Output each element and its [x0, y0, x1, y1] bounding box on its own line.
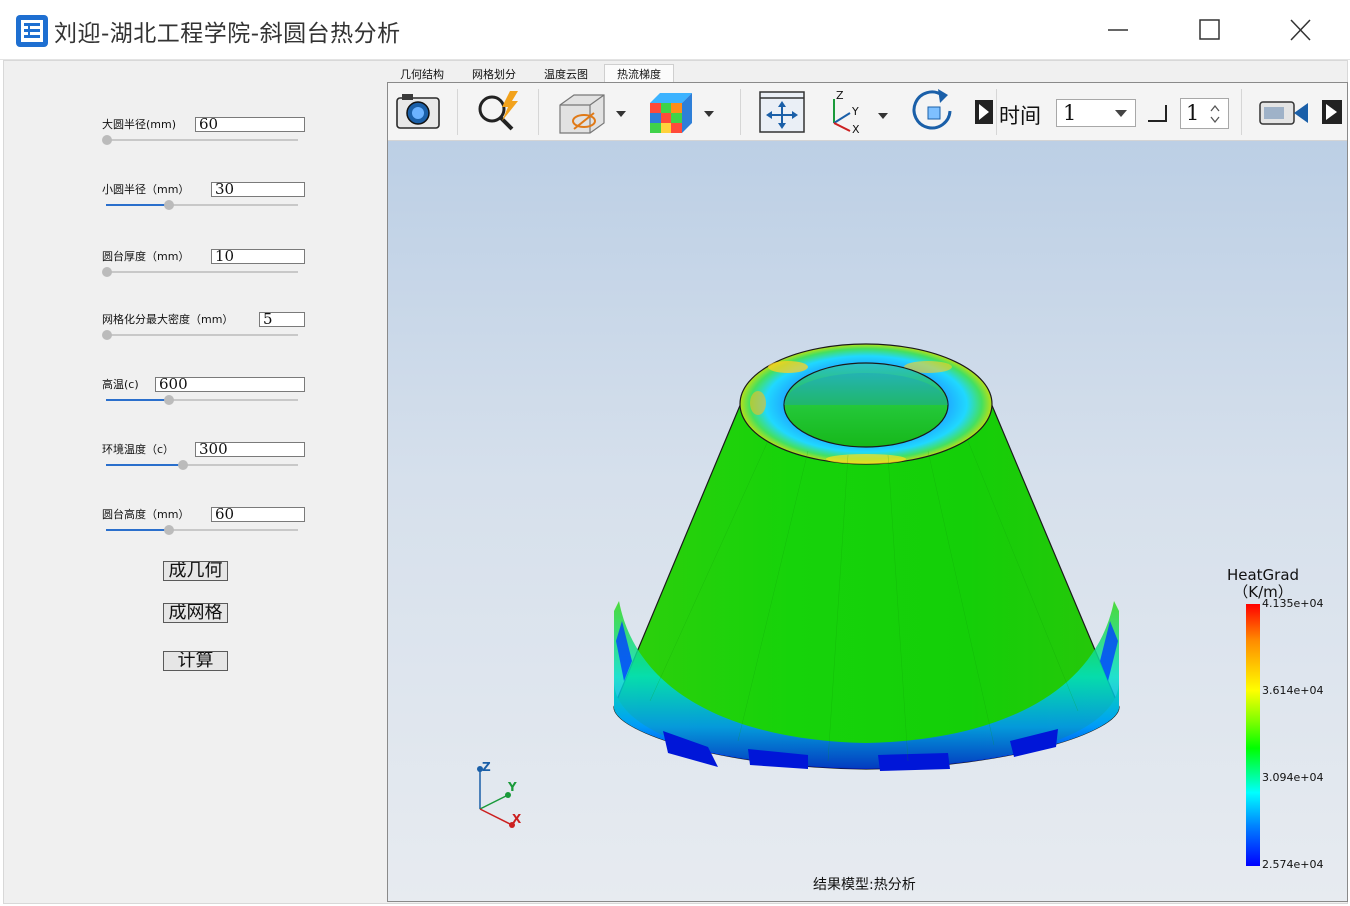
param-row-height: 圆台高度（mm） 60 [100, 507, 305, 557]
axes-view-icon[interactable]: Z Y X [820, 87, 896, 137]
compute-button[interactable]: 计算 [163, 651, 228, 671]
param-label: 圆台厚度（mm） [102, 250, 190, 263]
camera-icon[interactable] [394, 87, 442, 137]
slider-thumb[interactable] [164, 200, 174, 210]
generate-mesh-button[interactable]: 成网格 [163, 603, 228, 623]
legend-title: HeatGrad （K/m） [1212, 567, 1314, 601]
close-button[interactable] [1280, 12, 1320, 48]
record-icon[interactable] [1256, 87, 1314, 137]
slider-fill [106, 204, 169, 206]
step-value: 1 [1186, 101, 1200, 125]
param-row-thickness: 圆台厚度（mm） 10 [100, 249, 305, 299]
legend-color-bar [1246, 604, 1260, 866]
result-caption: 结果模型:热分析 [813, 877, 916, 893]
height-input[interactable]: 60 [211, 507, 305, 522]
param-row-large-radius: 大圆半径(mm) 60 [100, 117, 305, 167]
3d-viewport[interactable]: Z Y X HeatGrad （K/m） 4.135e+04 3.614e+04… [388, 141, 1347, 901]
title-bar: 刘迎-湖北工程学院-斜圆台热分析 [0, 0, 1350, 60]
rotate-icon[interactable] [908, 87, 958, 137]
slider-thumb[interactable] [164, 395, 174, 405]
time-label: 时间 [999, 104, 1041, 128]
axis-triad: Z Y X [477, 760, 522, 828]
high-temp-slider[interactable] [106, 395, 298, 405]
ambient-temp-input[interactable]: 300 [195, 442, 305, 457]
param-row-high-temp: 高温(c) 600 [100, 377, 305, 427]
mesh-density-input[interactable]: 5 [259, 312, 305, 327]
result-viewer: Z Y X 时间 1 1 Z Y X HeatGrad （K/m） 4.135e… [387, 82, 1348, 902]
viewer-toolbar: Z Y X 时间 1 1 [388, 83, 1347, 141]
height-slider[interactable] [106, 525, 298, 535]
slider-thumb[interactable] [102, 135, 112, 145]
legend-tick-max: 4.135e+04 [1262, 597, 1324, 610]
large-radius-slider[interactable] [102, 135, 298, 145]
chevron-down-icon [1115, 110, 1127, 117]
axis-x-label: X [512, 812, 522, 826]
param-row-ambient-temp: 环境温度（c） 300 [100, 442, 305, 492]
slider-thumb[interactable] [102, 267, 112, 277]
slider-thumb[interactable] [102, 330, 112, 340]
toolbar-separator [457, 89, 458, 135]
svg-text:X: X [852, 123, 860, 136]
param-label: 网格化分最大密度（mm） [102, 313, 234, 326]
legend-tick-min: 2.574e+04 [1262, 858, 1324, 871]
axis-y-label: Y [507, 780, 517, 794]
toolbar-separator [996, 89, 997, 135]
slider-thumb[interactable] [164, 525, 174, 535]
toolbar-overflow-icon[interactable] [1320, 87, 1344, 137]
minimize-button[interactable] [1098, 12, 1138, 48]
slider-fill [106, 529, 169, 531]
app-logo-icon [16, 15, 48, 47]
display-mode-icon[interactable] [556, 87, 632, 137]
param-label: 大圆半径(mm) [102, 118, 177, 131]
legend-name: HeatGrad [1226, 566, 1300, 584]
fit-view-icon[interactable] [756, 87, 808, 137]
thickness-slider[interactable] [102, 267, 298, 277]
window-title: 刘迎-湖北工程学院-斜圆台热分析 [54, 21, 401, 47]
small-radius-input[interactable]: 30 [211, 182, 305, 197]
small-radius-slider[interactable] [106, 200, 298, 210]
axis-z-label: Z [482, 760, 491, 774]
param-label: 小圆半径（mm） [102, 183, 190, 196]
svg-text:Y: Y [851, 105, 859, 118]
slider-fill [106, 399, 169, 401]
param-label: 环境温度（c） [102, 443, 175, 456]
legend-tick-2: 3.614e+04 [1262, 684, 1324, 697]
legend-tick-3: 3.094e+04 [1262, 771, 1324, 784]
toolbar-overflow-icon[interactable] [973, 87, 995, 137]
maximize-button[interactable] [1189, 12, 1229, 48]
toolbar-separator [740, 89, 741, 135]
zoom-magic-icon[interactable] [472, 87, 526, 137]
large-radius-input[interactable]: 60 [195, 117, 305, 132]
param-row-mesh-density: 网格化分最大密度（mm） 5 [100, 312, 305, 362]
slider-fill [106, 464, 183, 466]
generate-geometry-button[interactable]: 成几何 [163, 561, 228, 581]
spin-arrows-icon[interactable] [1210, 104, 1220, 124]
ambient-temp-slider[interactable] [106, 460, 298, 470]
step-corner-icon [1146, 101, 1170, 129]
heat-gradient-model: Z Y X [477, 343, 1120, 828]
time-value: 1 [1063, 101, 1077, 125]
slider-thumb[interactable] [178, 460, 188, 470]
color-cube-icon[interactable] [646, 87, 722, 137]
time-select[interactable]: 1 [1056, 99, 1136, 127]
toolbar-separator [538, 89, 539, 135]
param-row-small-radius: 小圆半径（mm） 30 [100, 182, 305, 232]
thickness-input[interactable]: 10 [211, 249, 305, 264]
param-label: 高温(c) [102, 378, 139, 391]
high-temp-input[interactable]: 600 [155, 377, 305, 392]
toolbar-separator [1241, 89, 1242, 135]
param-label: 圆台高度（mm） [102, 508, 190, 521]
step-spinbox[interactable]: 1 [1180, 98, 1229, 129]
mesh-density-slider[interactable] [102, 330, 298, 340]
svg-text:Z: Z [836, 89, 844, 102]
